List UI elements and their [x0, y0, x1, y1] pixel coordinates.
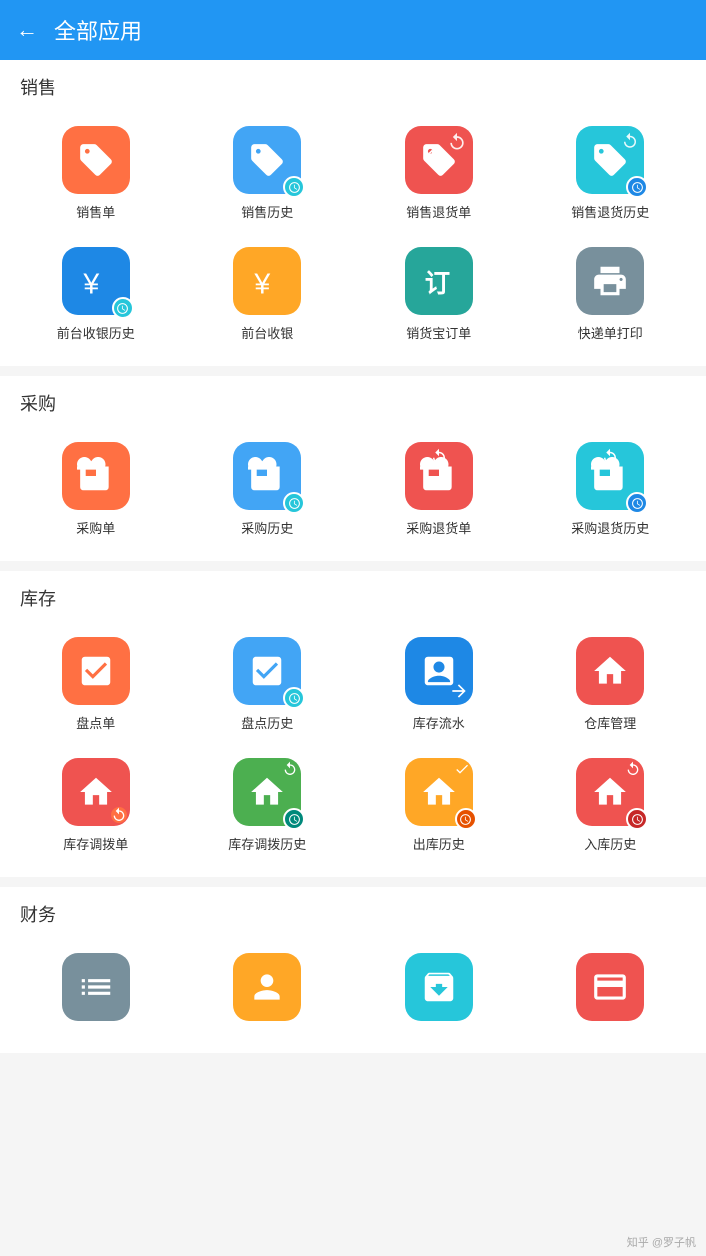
app-transfer-order[interactable]: 库存调拨单	[10, 750, 182, 861]
app-label-sales-treasure: 销货宝订单	[406, 323, 471, 342]
app-sales-return-history[interactable]: 销售退货历史	[525, 118, 697, 229]
section-title-purchase: 采购	[0, 376, 706, 424]
app-finance-customer[interactable]	[182, 945, 354, 1037]
app-stocktake[interactable]: 盘点单	[10, 629, 182, 740]
svg-text:+: +	[261, 473, 271, 493]
section-title-sales: 销售	[0, 60, 706, 108]
svg-text:+: +	[89, 473, 99, 493]
app-label-sales-return: 销售退货单	[406, 202, 471, 221]
app-finance-receipt[interactable]	[525, 945, 697, 1037]
app-warehouse[interactable]: 仓库管理	[525, 629, 697, 740]
app-purchase-history[interactable]: + 采购历史	[182, 434, 354, 545]
app-purchase-return[interactable]: 采购退货单	[353, 434, 525, 545]
section-sales: 销售 销售单 销售历史 销售退货单	[0, 60, 706, 366]
app-label-outbound-history: 出库历史	[413, 834, 465, 853]
svg-text:¥: ¥	[254, 269, 271, 300]
app-express-print[interactable]: 快递单打印	[525, 239, 697, 350]
app-label-warehouse: 仓库管理	[584, 713, 636, 732]
app-inventory-flow[interactable]: 库存流水	[353, 629, 525, 740]
section-inventory: 库存 盘点单 盘点历史 库存流水	[0, 571, 706, 877]
app-label-express-print: 快递单打印	[578, 323, 643, 342]
app-header: ← 全部应用	[0, 0, 706, 60]
app-label-transfer-history: 库存调拨历史	[228, 834, 306, 853]
inventory-grid: 盘点单 盘点历史 库存流水 仓库管理	[0, 619, 706, 877]
section-purchase: 采购 + 采购单 + 采购历史 采购退货单	[0, 376, 706, 561]
app-label-stocktake-history: 盘点历史	[241, 713, 293, 732]
app-finance-box[interactable]	[353, 945, 525, 1037]
watermark: 知乎 @罗子帆	[627, 1234, 696, 1250]
svg-text:¥: ¥	[82, 269, 99, 300]
app-label-inbound-history: 入库历史	[584, 834, 636, 853]
finance-grid	[0, 935, 706, 1053]
page-title: 全部应用	[54, 14, 142, 46]
app-cashier[interactable]: ¥ 前台收银	[182, 239, 354, 350]
app-label-inventory-flow: 库存流水	[413, 713, 465, 732]
app-outbound-history[interactable]: 出库历史	[353, 750, 525, 861]
app-inbound-history[interactable]: 入库历史	[525, 750, 697, 861]
app-label-sales-history: 销售历史	[241, 202, 293, 221]
app-sales-return[interactable]: 销售退货单	[353, 118, 525, 229]
app-sales-order[interactable]: 销售单	[10, 118, 182, 229]
back-button[interactable]: ←	[16, 17, 38, 43]
app-sales-history[interactable]: 销售历史	[182, 118, 354, 229]
app-label-cashier-history: 前台收银历史	[57, 323, 135, 342]
app-label-sales-order: 销售单	[76, 202, 115, 221]
app-label-purchase-return: 采购退货单	[406, 518, 471, 537]
sales-grid: 销售单 销售历史 销售退货单	[0, 108, 706, 366]
app-stocktake-history[interactable]: 盘点历史	[182, 629, 354, 740]
app-label-purchase-order: 采购单	[76, 518, 115, 537]
app-label-sales-return-history: 销售退货历史	[571, 202, 649, 221]
app-purchase-order[interactable]: + 采购单	[10, 434, 182, 545]
app-cashier-history[interactable]: ¥ 前台收银历史	[10, 239, 182, 350]
purchase-grid: + 采购单 + 采购历史 采购退货单	[0, 424, 706, 561]
app-label-purchase-return-history: 采购退货历史	[571, 518, 649, 537]
section-title-inventory: 库存	[0, 571, 706, 619]
section-title-finance: 财务	[0, 887, 706, 935]
app-label-transfer-order: 库存调拨单	[63, 834, 128, 853]
svg-text:订: 订	[425, 270, 450, 298]
app-label-cashier: 前台收银	[241, 323, 293, 342]
app-label-purchase-history: 采购历史	[241, 518, 293, 537]
app-label-stocktake: 盘点单	[76, 713, 115, 732]
app-purchase-return-history[interactable]: 采购退货历史	[525, 434, 697, 545]
app-transfer-history[interactable]: 库存调拨历史	[182, 750, 354, 861]
app-sales-treasure[interactable]: 订 销货宝订单	[353, 239, 525, 350]
app-finance-report[interactable]	[10, 945, 182, 1037]
section-finance: 财务	[0, 887, 706, 1053]
